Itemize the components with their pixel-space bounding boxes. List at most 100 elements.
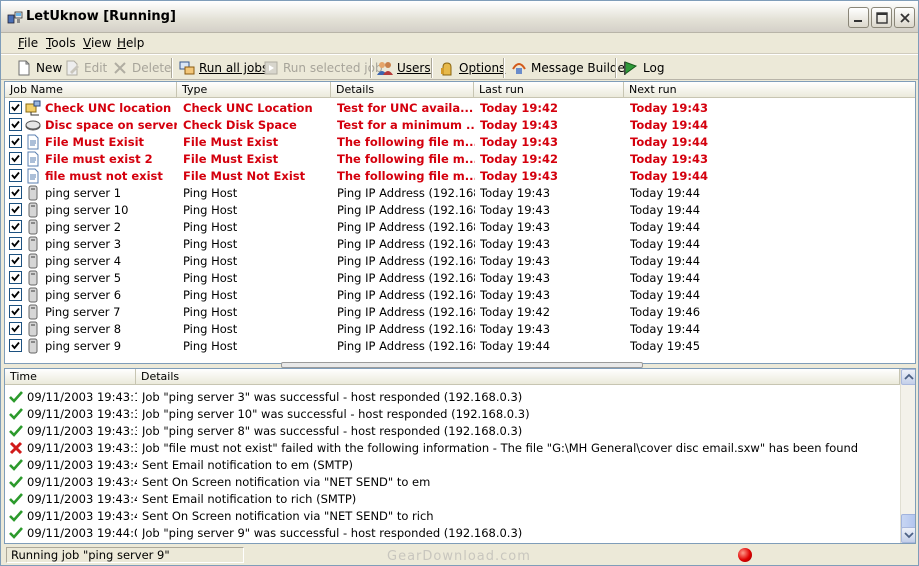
column-header-job-name[interactable]: Job Name xyxy=(5,82,177,98)
toolbar-separator xyxy=(431,58,433,78)
run-selected-job-button[interactable]: Run selected job xyxy=(263,59,383,77)
table-row[interactable]: Check UNC location Check UNC Location Test… xyxy=(5,99,915,116)
job-enabled-checkbox[interactable] xyxy=(9,203,22,216)
table-row[interactable]: ping server 10 Ping Host Ping IP Address (… xyxy=(5,201,915,218)
job-enabled-checkbox[interactable] xyxy=(9,339,22,352)
job-enabled-checkbox[interactable] xyxy=(9,254,22,267)
table-row[interactable]: File Must Exisit File Must Exist The follo… xyxy=(5,133,915,150)
table-row[interactable]: ping server 3 Ping Host Ping IP Address (1… xyxy=(5,235,915,252)
table-row[interactable]: ping server 1 Ping Host Ping IP Address (1… xyxy=(5,184,915,201)
minimize-icon xyxy=(854,20,862,22)
job-enabled-checkbox[interactable] xyxy=(9,220,22,233)
column-header-next-run[interactable]: Next run xyxy=(624,82,915,98)
list-item[interactable]: 09/11/2003 19:43:44 Sent On Screen notifi… xyxy=(5,507,900,524)
close-button[interactable] xyxy=(894,7,915,28)
column-header-log-details[interactable]: Details xyxy=(136,369,900,385)
job-details-cell: Ping IP Address (192.168.... xyxy=(337,186,475,200)
menu-tools[interactable]: Tools xyxy=(46,36,76,50)
job-next-run-cell: Today 19:44 xyxy=(630,186,701,200)
table-row[interactable]: ping server 5 Ping Host Ping IP Address (1… xyxy=(5,269,915,286)
log-details-cell: Job "ping server 8" was successful - hos… xyxy=(142,424,523,438)
job-type-cell: Check Disk Space xyxy=(183,118,297,132)
success-check-icon xyxy=(9,459,23,471)
table-row[interactable]: file must not exist File Must Not Exist Th… xyxy=(5,167,915,184)
list-item[interactable]: 09/11/2003 19:43:39 Job "file must not ex… xyxy=(5,439,900,456)
menu-view-accel: V xyxy=(83,36,91,50)
job-details-cell: Test for a minimum ... xyxy=(337,118,475,132)
new-button[interactable]: New xyxy=(16,59,62,77)
list-item[interactable]: 09/11/2003 19:43:17 Job "ping server 3" w… xyxy=(5,388,900,405)
scroll-up-button[interactable] xyxy=(901,369,915,385)
job-enabled-checkbox[interactable] xyxy=(9,152,22,165)
job-enabled-checkbox[interactable] xyxy=(9,271,22,284)
scroll-down-button[interactable] xyxy=(901,527,915,543)
table-row[interactable]: File must exist 2 File Must Exist The foll… xyxy=(5,150,915,167)
job-details-cell: Ping IP Address (192.168.... xyxy=(337,237,475,251)
job-enabled-checkbox[interactable] xyxy=(9,288,22,301)
message-builder-button[interactable]: Message Builder xyxy=(511,59,630,77)
error-x-icon xyxy=(9,441,23,455)
job-next-run-cell: Today 19:43 xyxy=(630,101,708,115)
table-row[interactable]: ping server 8 Ping Host Ping IP Address (1… xyxy=(5,320,915,337)
delete-button[interactable]: Delete xyxy=(112,59,171,77)
success-check-icon xyxy=(9,408,23,420)
edit-button[interactable]: Edit xyxy=(64,59,107,77)
job-details-cell: Ping IP Address (192.168.... xyxy=(337,339,475,353)
table-row[interactable]: Ping server 7 Ping Host Ping IP Address (1… xyxy=(5,303,915,320)
job-next-run-cell: Today 19:44 xyxy=(630,237,701,251)
app-icon xyxy=(7,11,23,24)
list-item[interactable]: 09/11/2003 19:44:04 Job "ping server 9" w… xyxy=(5,524,900,541)
log-button[interactable]: Log xyxy=(623,59,664,77)
maximize-button[interactable] xyxy=(871,7,892,28)
job-details-cell: Ping IP Address (192.168.... xyxy=(337,305,475,319)
job-enabled-checkbox[interactable] xyxy=(9,186,22,199)
job-last-run-cell: Today 19:43 xyxy=(480,322,551,336)
column-header-last-run[interactable]: Last run xyxy=(474,82,624,98)
column-header-details[interactable]: Details xyxy=(331,82,474,98)
run-all-jobs-label: Run all jobs xyxy=(199,61,269,75)
users-icon xyxy=(377,62,393,75)
chevron-down-icon xyxy=(904,532,914,539)
job-list[interactable]: Job Name Type Details Last run Next run … xyxy=(4,81,916,364)
job-details-cell: The following file m... xyxy=(337,152,475,166)
list-item[interactable]: 09/11/2003 19:43:38 Job "ping server 8" w… xyxy=(5,422,900,439)
list-item[interactable]: 09/11/2003 19:43:38 Job "ping server 10" … xyxy=(5,405,900,422)
run-all-jobs-button[interactable]: Run all jobs xyxy=(179,59,268,77)
menu-view[interactable]: View xyxy=(83,36,111,50)
log-details-cell: Sent On Screen notification via "NET SEN… xyxy=(142,475,431,489)
file-icon xyxy=(27,168,39,184)
menu-file[interactable]: File xyxy=(18,36,38,50)
list-item[interactable]: 09/11/2003 19:43:41 Sent Email notificati… xyxy=(5,456,900,473)
job-enabled-checkbox[interactable] xyxy=(9,118,22,131)
log-details-cell: Job "ping server 3" was successful - hos… xyxy=(142,390,523,404)
job-enabled-checkbox[interactable] xyxy=(9,169,22,182)
server-icon xyxy=(28,253,38,269)
job-enabled-checkbox[interactable] xyxy=(9,101,22,114)
job-name-cell: ping server 10 xyxy=(45,203,129,217)
job-name-cell: Check UNC location xyxy=(45,101,172,115)
job-enabled-checkbox[interactable] xyxy=(9,135,22,148)
table-row[interactable]: ping server 4 Ping Host Ping IP Address (1… xyxy=(5,252,915,269)
list-item[interactable]: 09/11/2003 19:43:41 Sent On Screen notifi… xyxy=(5,473,900,490)
job-last-run-cell: Today 19:43 xyxy=(480,118,558,132)
delete-icon xyxy=(114,62,126,74)
table-row[interactable]: ping server 6 Ping Host Ping IP Address (1… xyxy=(5,286,915,303)
table-row[interactable]: ping server 9 Ping Host Ping IP Address (1… xyxy=(5,337,915,354)
title-bar[interactable]: LetUknow [Running] xyxy=(1,1,918,33)
table-row[interactable]: ping server 2 Ping Host Ping IP Address (1… xyxy=(5,218,915,235)
column-header-type[interactable]: Type xyxy=(177,82,331,98)
job-name-cell: ping server 3 xyxy=(45,237,122,251)
log-list[interactable]: Time Details 09/11/2003 19:43:17 Job "pin… xyxy=(4,368,916,544)
menu-help[interactable]: Help xyxy=(117,36,144,50)
job-enabled-checkbox[interactable] xyxy=(9,305,22,318)
vertical-scrollbar[interactable] xyxy=(900,369,915,543)
minimize-button[interactable] xyxy=(848,7,869,28)
options-button[interactable]: Options xyxy=(439,59,505,77)
job-enabled-checkbox[interactable] xyxy=(9,237,22,250)
users-button[interactable]: Users xyxy=(377,59,431,77)
status-indicator-icon xyxy=(738,548,752,562)
job-enabled-checkbox[interactable] xyxy=(9,322,22,335)
column-header-time[interactable]: Time xyxy=(5,369,136,385)
list-item[interactable]: 09/11/2003 19:43:44 Sent Email notificati… xyxy=(5,490,900,507)
table-row[interactable]: Disc space on server Check Disk Space Test… xyxy=(5,116,915,133)
